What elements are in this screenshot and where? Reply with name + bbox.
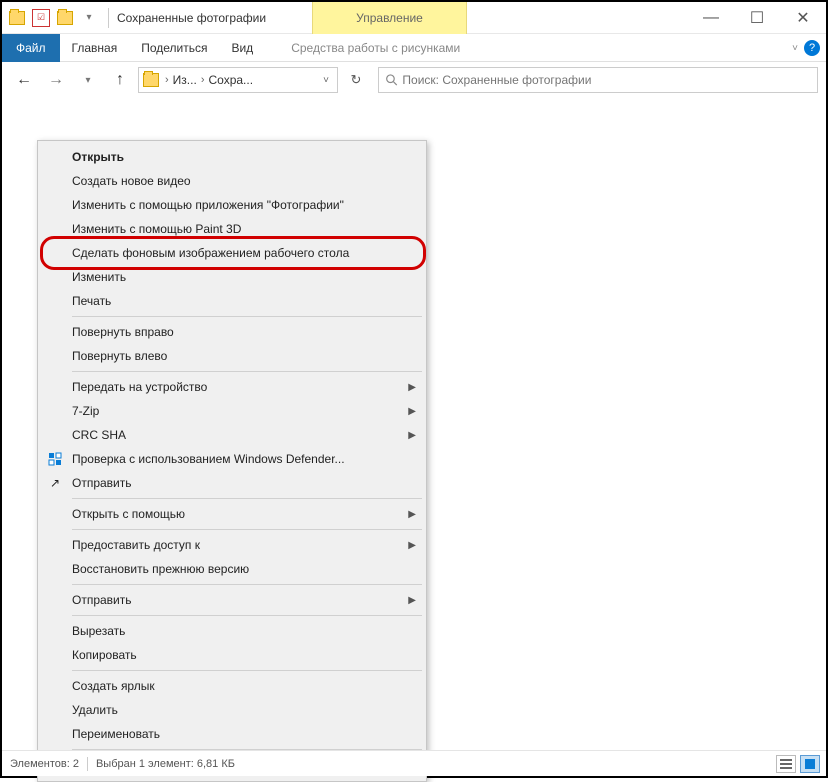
context-tab-manage[interactable]: Управление	[312, 2, 467, 34]
properties-qat-icon[interactable]: ☑	[32, 9, 50, 27]
ctx-set-wallpaper[interactable]: Сделать фоновым изображением рабочего ст…	[40, 241, 424, 265]
nav-forward-button: →	[42, 66, 70, 94]
close-button[interactable]: ✕	[780, 2, 826, 34]
search-icon	[385, 73, 398, 87]
ctx-open-with[interactable]: Открыть с помощью▶	[40, 502, 424, 526]
ctx-separator	[72, 670, 422, 671]
nav-back-button[interactable]: ←	[10, 66, 38, 94]
ctx-restore-version[interactable]: Восстановить прежнюю версию	[40, 557, 424, 581]
divider	[108, 8, 109, 28]
ctx-cut[interactable]: Вырезать	[40, 619, 424, 643]
search-box[interactable]	[378, 67, 818, 93]
quick-access-toolbar: ☑ ▾	[2, 9, 104, 27]
view-mode-switch	[776, 755, 820, 773]
submenu-arrow-icon: ▶	[408, 430, 416, 441]
breadcrumb-1[interactable]: Из...	[169, 73, 201, 87]
ctx-give-access[interactable]: Предоставить доступ к▶	[40, 533, 424, 557]
ctx-separator	[72, 498, 422, 499]
ctx-send-to[interactable]: Отправить▶	[40, 588, 424, 612]
share-tab[interactable]: Поделиться	[129, 34, 219, 62]
titlebar: ☑ ▾ Сохраненные фотографии Управление — …	[2, 2, 826, 34]
ribbon-tabs: Файл Главная Поделиться Вид Средства раб…	[2, 34, 826, 62]
share-icon: ↗	[46, 474, 64, 492]
ctx-delete[interactable]: Удалить	[40, 698, 424, 722]
ctx-edit-paint3d[interactable]: Изменить с помощью Paint 3D	[40, 217, 424, 241]
nav-toolbar: ← → ▾ ↑ › Из... › Сохра... ˅ ↻	[2, 62, 826, 98]
ctx-separator	[72, 316, 422, 317]
ctx-share[interactable]: ↗Отправить	[40, 471, 424, 495]
submenu-arrow-icon: ▶	[408, 509, 416, 520]
ctx-edit-photos[interactable]: Изменить с помощью приложения "Фотографи…	[40, 193, 424, 217]
ctx-separator	[72, 584, 422, 585]
ctx-separator	[72, 529, 422, 530]
details-view-button[interactable]	[776, 755, 796, 773]
picture-tools-tab[interactable]: Средства работы с рисунками	[279, 34, 472, 62]
submenu-arrow-icon: ▶	[408, 595, 416, 606]
view-tab[interactable]: Вид	[219, 34, 265, 62]
submenu-arrow-icon: ▶	[408, 540, 416, 551]
address-bar[interactable]: › Из... › Сохра... ˅	[138, 67, 338, 93]
nav-history-dropdown[interactable]: ▾	[74, 66, 102, 94]
ctx-create-video[interactable]: Создать новое видео	[40, 169, 424, 193]
status-selection: Выбран 1 элемент: 6,81 КБ	[96, 758, 235, 770]
help-icon[interactable]: ?	[804, 40, 820, 56]
maximize-button[interactable]: ☐	[734, 2, 780, 34]
ctx-cast[interactable]: Передать на устройство▶	[40, 375, 424, 399]
status-item-count: Элементов: 2	[10, 758, 79, 770]
ctx-rotate-ccw[interactable]: Повернуть влево	[40, 344, 424, 368]
ctx-rename[interactable]: Переименовать	[40, 722, 424, 746]
ctx-edit[interactable]: Изменить	[40, 265, 424, 289]
submenu-arrow-icon: ▶	[408, 406, 416, 417]
home-tab[interactable]: Главная	[60, 34, 130, 62]
minimize-button[interactable]: —	[688, 2, 734, 34]
folder-icon	[8, 9, 26, 27]
ctx-separator	[72, 615, 422, 616]
window-controls: — ☐ ✕	[688, 2, 826, 34]
ctx-defender[interactable]: Проверка с использованием Windows Defend…	[40, 447, 424, 471]
status-bar: Элементов: 2 Выбран 1 элемент: 6,81 КБ	[2, 750, 826, 776]
ctx-print[interactable]: Печать	[40, 289, 424, 313]
breadcrumb-2[interactable]: Сохра...	[204, 73, 257, 87]
ctx-create-shortcut[interactable]: Создать ярлык	[40, 674, 424, 698]
file-explorer-window: ☑ ▾ Сохраненные фотографии Управление — …	[0, 0, 828, 778]
ctx-copy[interactable]: Копировать	[40, 643, 424, 667]
ctx-separator	[72, 371, 422, 372]
ribbon-expand-icon[interactable]: ˅	[792, 43, 798, 54]
ctx-rotate-cw[interactable]: Повернуть вправо	[40, 320, 424, 344]
ctx-open[interactable]: Открыть	[40, 145, 424, 169]
shield-icon	[46, 450, 64, 468]
ctx-crc-sha[interactable]: CRC SHA▶	[40, 423, 424, 447]
window-title: Сохраненные фотографии	[113, 11, 266, 25]
search-input[interactable]	[402, 73, 811, 87]
divider	[87, 757, 88, 771]
address-dropdown-icon[interactable]: ˅	[319, 75, 333, 86]
context-menu: Открыть Создать новое видео Изменить с п…	[37, 140, 427, 782]
new-folder-qat-icon[interactable]	[56, 9, 74, 27]
refresh-button[interactable]: ↻	[342, 67, 370, 93]
submenu-arrow-icon: ▶	[408, 382, 416, 393]
qat-dropdown-icon[interactable]: ▾	[80, 9, 98, 27]
file-tab[interactable]: Файл	[2, 34, 60, 62]
thumbnails-view-button[interactable]	[800, 755, 820, 773]
ctx-7zip[interactable]: 7-Zip▶	[40, 399, 424, 423]
nav-up-button[interactable]: ↑	[106, 66, 134, 94]
folder-icon	[143, 73, 159, 87]
